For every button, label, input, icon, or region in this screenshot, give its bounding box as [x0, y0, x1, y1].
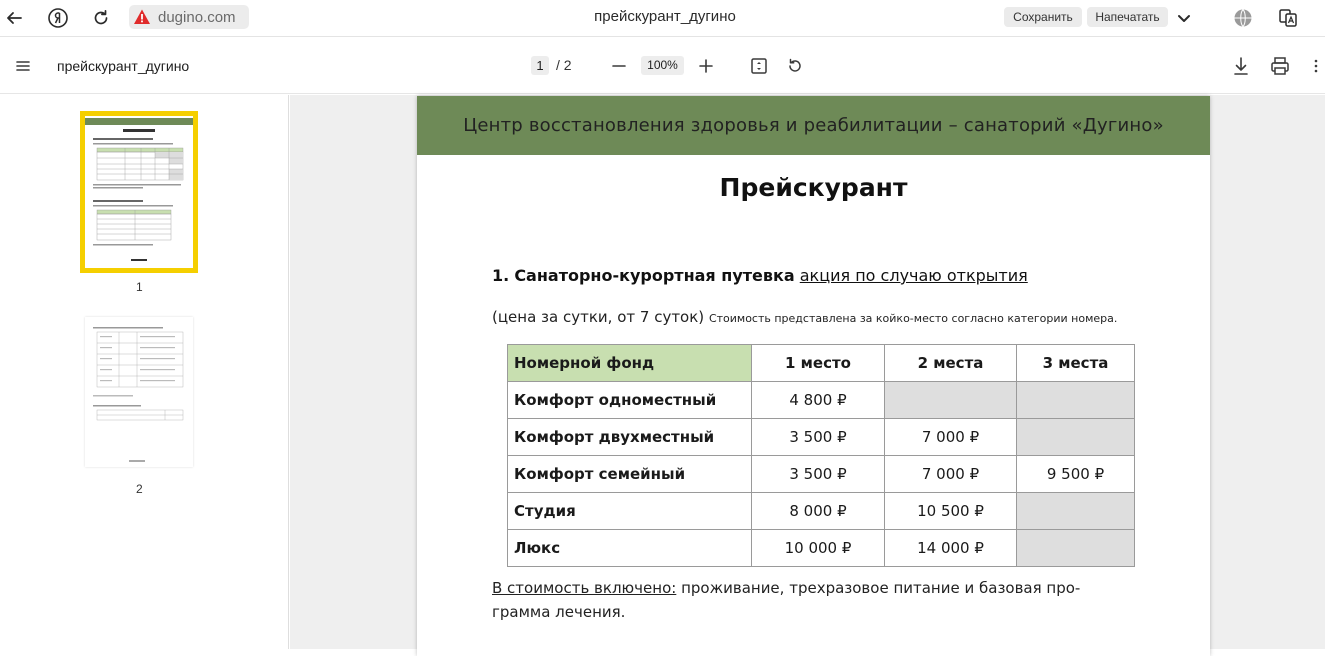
fit-page-icon[interactable] [747, 54, 771, 78]
empty-cell [1016, 529, 1135, 567]
download-icon[interactable] [1229, 54, 1253, 78]
empty-cell [1016, 492, 1135, 530]
price-note: (цена за сутки, от 7 суток) Стоимость пр… [492, 308, 1117, 326]
section-number: 1. [492, 266, 510, 285]
more-options-icon[interactable] [1310, 54, 1322, 78]
section-title: Санаторно-курортная путевка [514, 266, 795, 285]
reload-icon[interactable] [89, 6, 113, 30]
page-thumbnail-preview [93, 327, 184, 462]
pdf-page: Центр восстановления здоровья и реабилит… [417, 96, 1210, 656]
room-type-cell: Комфорт двухместный [507, 418, 752, 456]
url-text: dugino.com [158, 8, 236, 26]
globe-icon[interactable] [1231, 6, 1255, 30]
table-row: Студия 8 000 ₽ 10 500 ₽ [507, 492, 1135, 530]
section-promo-link: акция по случаю открытия [799, 266, 1028, 285]
menu-icon[interactable] [11, 54, 35, 78]
rotate-icon[interactable] [783, 54, 807, 78]
price-cell: 14 000 ₽ [884, 529, 1017, 567]
page-total: / 2 [556, 57, 572, 73]
room-type-cell: Комфорт семейный [507, 455, 752, 493]
price-cell: 8 000 ₽ [751, 492, 885, 530]
address-bar[interactable]: dugino.com [129, 5, 249, 29]
window-title: прейскурант_дугино [594, 8, 736, 25]
page-title: Прейскурант [719, 173, 908, 202]
back-arrow-icon[interactable] [2, 6, 26, 30]
table-header-row: Номерной фонд 1 место 2 места 3 места [507, 344, 1135, 382]
price-cell: 10 500 ₽ [884, 492, 1017, 530]
price-cell: 7 000 ₽ [884, 455, 1017, 493]
table-row: Комфорт одноместный 4 800 ₽ [507, 381, 1135, 419]
save-button[interactable]: Сохранить [1004, 7, 1082, 27]
table-row: Комфорт семейный 3 500 ₽ 7 000 ₽ 9 500 ₽ [507, 455, 1135, 493]
room-type-cell: Студия [507, 492, 752, 530]
room-type-cell: Люкс [507, 529, 752, 567]
price-table: Номерной фонд 1 место 2 места 3 места Ко… [507, 344, 1135, 567]
page-thumbnail-preview [85, 118, 193, 261]
price-cell: 7 000 ₽ [884, 418, 1017, 456]
zoom-in-icon[interactable] [694, 54, 718, 78]
zoom-level[interactable]: 100% [641, 56, 684, 75]
page-thumbnail-2[interactable] [85, 317, 193, 467]
chevron-down-icon[interactable] [1172, 6, 1196, 30]
table-row: Комфорт двухместный 3 500 ₽ 7 000 ₽ [507, 418, 1135, 456]
thumbnail-label-2: 2 [136, 482, 143, 496]
price-note-main: (цена за сутки, от 7 суток) [492, 308, 705, 326]
translate-icon[interactable] [1276, 6, 1300, 30]
thumbnail-sidebar: 1 2 [0, 95, 289, 649]
price-note-small: Стоимость представлена за койко-место со… [708, 312, 1118, 325]
current-page-input[interactable]: 1 [531, 56, 549, 75]
price-cell: 10 000 ₽ [751, 529, 885, 567]
empty-cell [1016, 381, 1135, 419]
warning-icon [134, 9, 150, 24]
included-label: В стоимость включено: [492, 579, 677, 597]
price-cell: 3 500 ₽ [751, 455, 885, 493]
printer-icon[interactable] [1268, 54, 1292, 78]
table-header-cell: 1 место [751, 344, 885, 382]
document-viewport[interactable]: Центр восстановления здоровья и реабилит… [290, 95, 1325, 656]
table-row: Люкс 10 000 ₽ 14 000 ₽ [507, 529, 1135, 567]
yandex-logo-icon[interactable] [46, 6, 70, 30]
room-type-cell: Комфорт одноместный [507, 381, 752, 419]
table-header-cell: 3 места [1016, 344, 1135, 382]
empty-cell [1016, 418, 1135, 456]
header-text: Центр восстановления здоровья и реабилит… [463, 115, 1164, 136]
document-header-banner: Центр восстановления здоровья и реабилит… [417, 96, 1210, 155]
print-button[interactable]: Напечатать [1087, 7, 1168, 27]
browser-toolbar: dugino.com прейскурант_дугино Сохранить … [0, 0, 1325, 37]
document-name: прейскурант_дугино [57, 58, 190, 74]
table-header-cell: 2 места [884, 344, 1017, 382]
page-thumbnail-1[interactable] [80, 111, 198, 273]
table-header-cell: Номерной фонд [507, 344, 752, 382]
price-cell: 4 800 ₽ [751, 381, 885, 419]
included-note: В стоимость включено: проживание, трехра… [492, 576, 1132, 624]
price-cell: 3 500 ₽ [751, 418, 885, 456]
empty-cell [884, 381, 1017, 419]
section-heading: 1. Санаторно-курортная путевка акция по … [492, 266, 1028, 285]
price-cell: 9 500 ₽ [1016, 455, 1135, 493]
pdf-viewer-toolbar: прейскурант_дугино 1 / 2 100% [0, 38, 1325, 94]
thumbnail-label-1: 1 [136, 280, 143, 294]
zoom-out-icon[interactable] [607, 54, 631, 78]
